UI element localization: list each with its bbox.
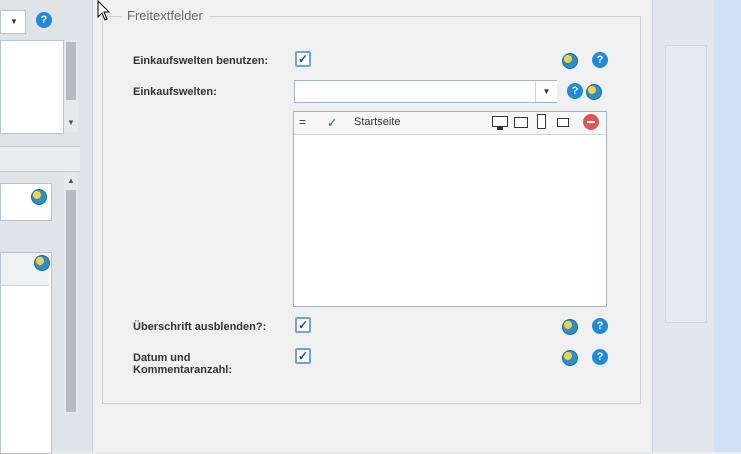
left-select-arrow-icon[interactable]: ▼ <box>3 10 25 32</box>
active-check-icon: ✓ <box>327 116 338 130</box>
help-icon[interactable]: ? <box>592 52 608 68</box>
globe-icon[interactable] <box>562 319 578 335</box>
help-icon[interactable]: ? <box>567 83 583 99</box>
left-section-header <box>0 146 80 172</box>
tablet-landscape-icon[interactable] <box>514 117 528 128</box>
globe-icon[interactable] <box>562 53 578 69</box>
right-window-edge <box>714 0 741 452</box>
left-list-box[interactable] <box>0 40 64 134</box>
label-date-comments-line1: Datum und <box>133 352 191 364</box>
desktop-icon[interactable] <box>492 116 508 127</box>
phone-portrait-icon[interactable] <box>537 114 546 129</box>
checkbox-use-shopping-worlds[interactable]: ✓ <box>295 51 311 67</box>
left-scroll-thumb[interactable] <box>66 42 76 100</box>
right-panel-box <box>665 45 707 323</box>
label-hide-headline: Überschrift ausblenden?: <box>133 321 267 333</box>
left-help-icon[interactable]: ? <box>36 12 52 28</box>
drag-handle-icon[interactable]: = <box>299 115 306 129</box>
fieldset-legend: Freitextfelder <box>121 8 209 23</box>
checkbox-date-comments[interactable]: ✓ <box>295 348 311 364</box>
left-scroll-down-icon[interactable]: ▼ <box>65 118 77 128</box>
chevron-down-icon[interactable]: ▼ <box>535 81 557 102</box>
mouse-cursor-icon <box>97 0 111 21</box>
remove-icon[interactable] <box>583 114 599 130</box>
help-icon[interactable]: ? <box>592 349 608 365</box>
label-use-shopping-worlds: Einkaufswelten benutzen: <box>133 55 269 67</box>
grid-column-startseite[interactable]: Startseite <box>354 116 400 128</box>
desktop-stand-icon <box>497 127 503 130</box>
help-icon[interactable]: ? <box>592 318 608 334</box>
globe-icon[interactable] <box>586 84 602 100</box>
combo-shopping-worlds[interactable] <box>294 80 557 103</box>
left-scroll-thumb-2[interactable] <box>66 190 76 412</box>
globe-icon[interactable] <box>562 350 578 366</box>
globe-icon[interactable] <box>34 255 50 271</box>
globe-icon[interactable] <box>31 189 47 205</box>
checkbox-hide-headline[interactable]: ✓ <box>295 317 311 333</box>
shopping-worlds-grid[interactable] <box>293 111 607 307</box>
label-date-comments-line2: Kommentaranzahl: <box>133 364 233 376</box>
label-shopping-worlds: Einkaufswelten: <box>133 86 217 98</box>
phone-landscape-icon[interactable] <box>557 118 569 127</box>
left-scroll-up-icon[interactable]: ▲ <box>65 176 77 186</box>
